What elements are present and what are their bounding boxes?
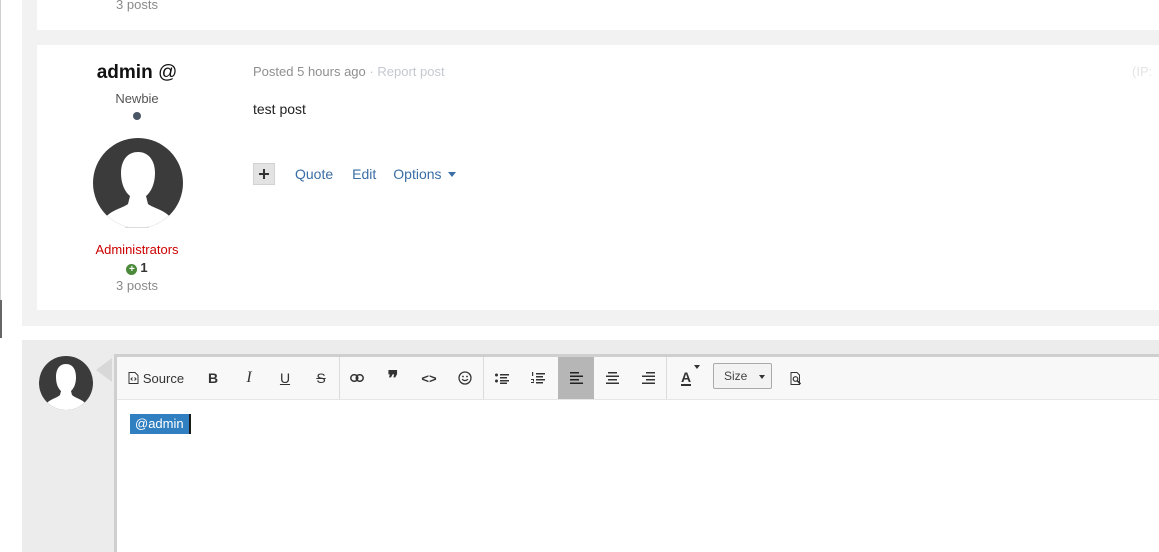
post-content: test post bbox=[253, 101, 306, 117]
multiquote-button[interactable] bbox=[253, 163, 275, 185]
align-right-icon bbox=[641, 372, 655, 384]
editor-toolbar: Source B I U S ❞ <> A Size bbox=[117, 357, 1159, 400]
plus-circle-icon: + bbox=[126, 264, 138, 275]
align-center-icon bbox=[605, 372, 619, 384]
mention-author-button[interactable]: @ bbox=[158, 62, 177, 83]
quote-button[interactable]: Quote bbox=[295, 166, 333, 182]
edit-button[interactable]: Edit bbox=[352, 166, 376, 182]
numbered-list-button[interactable] bbox=[521, 357, 555, 399]
source-button[interactable]: Source bbox=[125, 357, 187, 399]
caret-down-icon bbox=[447, 172, 456, 177]
reputation-value: 1 bbox=[140, 260, 148, 275]
italic-button[interactable]: I bbox=[233, 357, 265, 399]
mention-tag[interactable]: @admin bbox=[130, 414, 191, 434]
ip-address: (IP: bbox=[1132, 64, 1153, 79]
quote-block-button[interactable]: ❞ bbox=[377, 357, 409, 399]
author-post-count: 3 posts bbox=[116, 278, 158, 293]
numbered-list-icon bbox=[531, 372, 545, 384]
author-avatar[interactable] bbox=[93, 138, 183, 228]
align-center-button[interactable] bbox=[595, 357, 629, 399]
align-left-icon bbox=[569, 372, 583, 384]
user-silhouette-icon bbox=[46, 364, 86, 410]
emoticon-button[interactable] bbox=[449, 357, 481, 399]
bold-button[interactable]: B bbox=[197, 357, 229, 399]
current-user-avatar bbox=[39, 356, 93, 410]
strikethrough-button[interactable]: S bbox=[305, 357, 337, 399]
preview-icon bbox=[790, 371, 801, 385]
source-label: Source bbox=[142, 370, 185, 386]
font-color-button[interactable]: A bbox=[668, 357, 704, 399]
post-meta: Posted 5 hours ago · Report post bbox=[253, 64, 445, 79]
avatar-divider bbox=[125, 227, 149, 228]
toolbar-separator bbox=[339, 357, 340, 399]
author-rank: Newbie bbox=[115, 91, 159, 106]
page-left-border bbox=[0, 0, 1, 300]
font-color-icon: A bbox=[680, 369, 692, 386]
source-icon bbox=[128, 372, 139, 384]
author-group: Administrators bbox=[95, 242, 179, 257]
previous-post-count: 3 posts bbox=[116, 0, 158, 12]
toolbar-separator bbox=[483, 357, 484, 399]
report-post-link[interactable]: Report post bbox=[377, 64, 444, 79]
underline-button[interactable]: U bbox=[269, 357, 301, 399]
rich-text-editor: Source B I U S ❞ <> A Size @admin bbox=[114, 354, 1159, 552]
meta-separator: · bbox=[369, 64, 374, 79]
options-label: Options bbox=[393, 166, 442, 182]
link-button[interactable] bbox=[341, 357, 373, 399]
plus-icon bbox=[259, 169, 269, 179]
reply-area: Source B I U S ❞ <> A Size @admin bbox=[22, 340, 1159, 552]
bullet-list-icon bbox=[495, 373, 509, 384]
bulleted-list-button[interactable] bbox=[485, 357, 519, 399]
font-size-label: Size bbox=[724, 369, 748, 383]
caret-down-icon bbox=[759, 375, 765, 379]
code-button[interactable]: <> bbox=[413, 357, 445, 399]
page-left-marker bbox=[0, 300, 2, 338]
link-icon bbox=[350, 374, 364, 382]
reply-pointer bbox=[96, 358, 112, 382]
toolbar-separator bbox=[666, 357, 667, 399]
author-name-link[interactable]: admin bbox=[97, 62, 153, 83]
font-size-select[interactable]: Size bbox=[713, 363, 772, 389]
online-status-icon bbox=[133, 112, 141, 120]
align-left-button[interactable] bbox=[558, 357, 594, 399]
user-silhouette-icon bbox=[105, 152, 171, 228]
options-button[interactable]: Options bbox=[393, 166, 456, 182]
smiley-icon bbox=[458, 371, 472, 385]
post: admin @ Newbie Administrators +1 3 posts… bbox=[37, 45, 1159, 310]
post-actions: Quote Edit Options bbox=[253, 162, 456, 186]
align-right-button[interactable] bbox=[631, 357, 665, 399]
preview-button[interactable] bbox=[781, 357, 811, 399]
posted-label: Posted bbox=[253, 64, 294, 79]
author-name: admin @ bbox=[37, 62, 237, 84]
post-time[interactable]: 5 hours ago bbox=[297, 64, 366, 79]
author-reputation: +1 bbox=[37, 260, 237, 275]
caret-down-icon bbox=[694, 365, 700, 369]
